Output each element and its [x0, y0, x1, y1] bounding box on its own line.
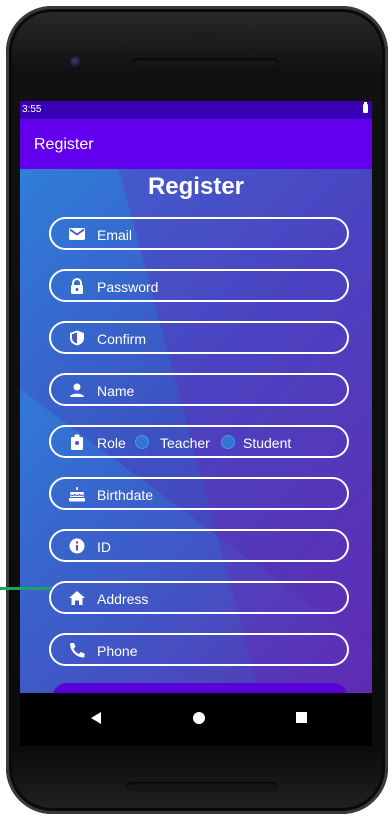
- cake-icon: [69, 487, 85, 502]
- phone-icon: [70, 643, 85, 658]
- teacher-radio[interactable]: [135, 435, 149, 449]
- app-bar: Register: [20, 119, 372, 169]
- speaker-grille-top: [132, 58, 278, 67]
- status-time: 3:55: [22, 104, 42, 115]
- confirm-password-field[interactable]: Confirm: [49, 321, 349, 354]
- phone-field[interactable]: Phone: [49, 633, 349, 666]
- birthdate-field[interactable]: Birthdate: [49, 477, 349, 510]
- password-field[interactable]: Password: [49, 269, 349, 302]
- recents-icon[interactable]: [296, 712, 307, 723]
- shield-icon: [70, 330, 84, 346]
- teacher-radio-label[interactable]: Teacher: [160, 435, 210, 451]
- connector-line: [0, 587, 52, 590]
- id-label: ID: [97, 539, 111, 555]
- email-field[interactable]: Email: [49, 217, 349, 250]
- lock-icon: [71, 278, 83, 294]
- device-screen: 3:55 Register Register Email Password Co…: [20, 101, 372, 746]
- back-icon[interactable]: [91, 712, 101, 724]
- password-label: Password: [97, 279, 159, 295]
- speaker-grille-bottom: [126, 782, 278, 791]
- app-bar-title: Register: [34, 136, 94, 153]
- confirm-label: Confirm: [97, 331, 147, 347]
- home-icon: [69, 591, 85, 605]
- register-form[interactable]: Register Email Password Confirm Name Rol…: [20, 169, 372, 693]
- role-field: Role Teacher Student: [49, 425, 349, 458]
- role-label: Role: [97, 435, 126, 451]
- earpiece-slot: [191, 32, 221, 38]
- page-title: Register: [147, 173, 245, 200]
- info-icon: [69, 538, 85, 554]
- phone-label: Phone: [97, 643, 138, 659]
- birthdate-label: Birthdate: [97, 487, 154, 503]
- name-label: Name: [97, 383, 135, 399]
- envelope-icon: [69, 228, 85, 240]
- address-label: Address: [97, 591, 149, 607]
- id-field[interactable]: ID: [49, 529, 349, 562]
- status-bar: 3:55: [20, 101, 372, 119]
- address-field[interactable]: Address: [49, 581, 349, 614]
- front-camera: [70, 56, 82, 68]
- battery-icon: [363, 102, 368, 113]
- student-radio-label[interactable]: Student: [243, 435, 291, 451]
- badge-icon: [71, 434, 83, 450]
- name-field[interactable]: Name: [49, 373, 349, 406]
- email-label: Email: [97, 227, 133, 243]
- student-radio[interactable]: [221, 435, 235, 449]
- home-button-icon[interactable]: [193, 712, 205, 724]
- person-icon: [70, 383, 84, 397]
- navigation-bar: [20, 693, 372, 746]
